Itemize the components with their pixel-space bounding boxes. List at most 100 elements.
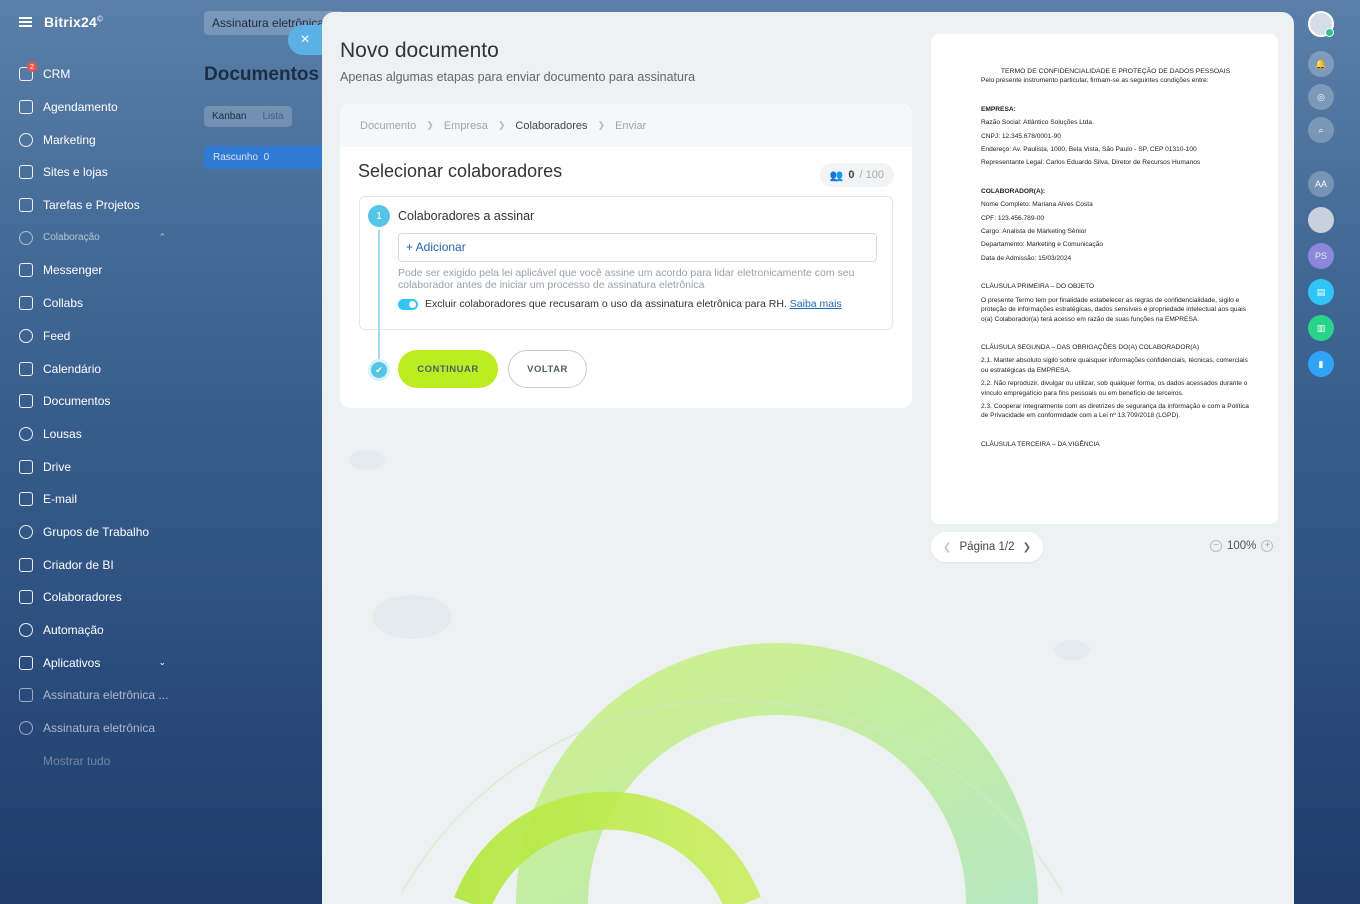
doc-clause-2-1: 2.1. Manter absoluto sigilo sobre quaisq… xyxy=(981,357,1248,374)
collabs-icon xyxy=(19,296,33,311)
wizard-card: Documento ❯ Empresa ❯ Colaboradores ❯ En… xyxy=(340,104,912,408)
breadcrumb-enviar[interactable]: Enviar xyxy=(615,120,646,132)
chat-channel-icon[interactable]: ▤ xyxy=(1308,279,1334,305)
doc-colaborador-heading: COLABORADOR(A): xyxy=(981,187,1046,195)
bitrix-logo[interactable]: Bitrix24© xyxy=(44,14,103,30)
tab-lista[interactable]: Lista xyxy=(254,106,291,127)
bookmark-icon[interactable]: ▮ xyxy=(1308,351,1334,377)
sidebar-item-collabs[interactable]: Collabs xyxy=(0,287,186,320)
breadcrumb-colaboradores[interactable]: Colaboradores xyxy=(515,120,587,132)
page-navigator: ❮ Página 1/2 ❯ xyxy=(931,532,1043,562)
chart-icon xyxy=(19,557,33,572)
doc-line: Razão Social: Atlântico Soluções Ltda. xyxy=(981,119,1094,127)
add-signers-input[interactable]: + Adicionar xyxy=(398,233,877,262)
left-sidebar: Bitrix24© CRM 2 Agendamento Marketing Sites … xyxy=(0,0,186,904)
sidebar-item-crm[interactable]: CRM 2 xyxy=(0,58,186,91)
zoom-out-icon[interactable]: − xyxy=(1210,540,1222,552)
search-chat-icon[interactable]: ⌕ xyxy=(1308,117,1334,143)
doc-clause-1-text: O presente Termo tem por finalidade esta… xyxy=(981,296,1247,323)
sidebar-item-lousas[interactable]: Lousas xyxy=(0,418,186,451)
modal-subtitle: Apenas algumas etapas para enviar docume… xyxy=(340,70,696,84)
sidebar-item-label: Messenger xyxy=(43,263,103,278)
copilot-icon[interactable]: ◎ xyxy=(1308,84,1334,110)
sidebar-item-agendamento[interactable]: Agendamento xyxy=(0,91,186,124)
sidebar-item-e-mail[interactable]: E-mail xyxy=(0,483,186,516)
close-slider-button[interactable]: × xyxy=(288,25,322,55)
chevron-right-icon: ❯ xyxy=(426,120,434,130)
avatar-photo[interactable] xyxy=(1308,207,1334,233)
sidebar-item-label: Sites e lojas xyxy=(43,165,108,180)
signature-icon xyxy=(19,688,33,703)
chevron-icon[interactable]: ⌄ xyxy=(158,657,166,668)
sidebar-item-sites-e-lojas[interactable]: Sites e lojas xyxy=(0,156,186,189)
employees-icon xyxy=(19,590,33,605)
sidebar-item-mostrar-tudo[interactable]: Mostrar tudo xyxy=(0,744,186,777)
new-document-slider: Novo documento Apenas algumas etapas par… xyxy=(322,12,1294,904)
sidebar-header: Bitrix24© xyxy=(0,0,186,44)
step-number-badge: 1 xyxy=(368,205,390,227)
view-switcher: Kanban Lista xyxy=(204,106,292,127)
sidebar-item-marketing[interactable]: Marketing xyxy=(0,123,186,156)
close-icon: × xyxy=(300,31,310,48)
mail-icon xyxy=(19,492,33,507)
chevron-right-icon: ❯ xyxy=(497,120,506,130)
doc-empresa-heading: EMPRESA: xyxy=(981,105,1016,113)
exclude-refusers-toggle[interactable] xyxy=(398,298,418,310)
doc-intro: Pelo presente instrumento particular, fi… xyxy=(981,77,1209,85)
sidebar-item-label: Marketing xyxy=(43,132,96,147)
sidebar-item-label: Documentos xyxy=(43,394,111,409)
group-icon xyxy=(19,524,33,539)
learn-more-link[interactable]: Saiba mais xyxy=(790,298,842,310)
back-button[interactable]: VOLTAR xyxy=(508,350,587,388)
next-page-icon[interactable]: ❯ xyxy=(1023,542,1031,553)
sidebar-item-messenger[interactable]: Messenger xyxy=(0,254,186,287)
sidebar-item-colaboradores[interactable]: Colaboradores xyxy=(0,581,186,614)
sidebar-item-assinatura-eletrônica[interactable]: Assinatura eletrônica ... xyxy=(0,679,186,712)
avatar-aa[interactable]: AA xyxy=(1308,171,1334,197)
sidebar-item-label: Colaboração xyxy=(43,232,100,244)
toggle-text: Excluir colaboradores que recusaram o us… xyxy=(425,298,842,310)
hamburger-menu-icon[interactable] xyxy=(19,17,32,27)
sidebar-item-calendário[interactable]: Calendário xyxy=(0,352,186,385)
breadcrumb-documento[interactable]: Documento xyxy=(360,120,416,132)
user-avatar[interactable] xyxy=(1308,11,1334,37)
avatar-ps[interactable]: PS xyxy=(1308,243,1334,269)
doc-line: Endereço: Av. Paulista, 1000, Bela Vista… xyxy=(981,146,1197,154)
sidebar-item-criador-de-bi[interactable]: Criador de BI xyxy=(0,548,186,581)
sidebar-item-label: Tarefas e Projetos xyxy=(43,198,140,213)
chevron-icon[interactable]: ⌃ xyxy=(158,232,166,243)
chat-icon xyxy=(19,263,33,278)
sidebar-item-tarefas-e-projetos[interactable]: Tarefas e Projetos xyxy=(0,189,186,222)
tab-kanban[interactable]: Kanban xyxy=(204,106,254,127)
sidebar-item-feed[interactable]: Feed xyxy=(0,320,186,353)
sidebar-item-label: Criador de BI xyxy=(43,557,114,572)
kanban-column-header: Rascunho 0 xyxy=(204,146,322,169)
sidebar-item-assinatura-eletrônica[interactable]: Assinatura eletrônica xyxy=(0,712,186,745)
doc-line: Data de Admissão: 15/03/2024 xyxy=(981,254,1072,262)
sidebar-item-label: Lousas xyxy=(43,426,82,441)
sidebar-item-aplicativos[interactable]: Aplicativos ⌄ xyxy=(0,646,186,679)
modal-title: Novo documento xyxy=(340,39,499,62)
step-signers-box: 1 Colaboradores a assinar + Adicionar Po… xyxy=(359,196,893,330)
sidebar-item-label: Aplicativos xyxy=(43,655,101,670)
sidebar-item-drive[interactable]: Drive xyxy=(0,450,186,483)
sidebar-item-documentos[interactable]: Documentos xyxy=(0,385,186,418)
collab-icon xyxy=(19,230,33,245)
continue-button[interactable]: CONTINUAR xyxy=(398,350,498,388)
doc-clause-2-heading: CLÁUSULA SEGUNDA – DAS OBRIGAÇÕES DO(A) … xyxy=(981,343,1200,351)
sidebar-item-automação[interactable]: Automação xyxy=(0,614,186,647)
people-icon: 👥 xyxy=(829,169,844,182)
notes-channel-icon[interactable]: ▥ xyxy=(1308,315,1334,341)
calendar-check-icon xyxy=(19,100,33,115)
sidebar-item-grupos-de-trabalho[interactable]: Grupos de Trabalho xyxy=(0,516,186,549)
sidebar-item-label: Feed xyxy=(43,328,71,343)
doc-clause-3-heading: CLÁUSULA TERCEIRA – DA VIGÊNCIA xyxy=(981,440,1100,448)
sidebar-item-label: Mostrar tudo xyxy=(43,753,111,768)
bell-icon[interactable]: 🔔 xyxy=(1308,51,1334,77)
breadcrumb-empresa[interactable]: Empresa xyxy=(444,120,488,132)
legal-hint: Pode ser exigido pela lei aplicável que … xyxy=(398,267,855,291)
zoom-in-icon[interactable]: + xyxy=(1261,540,1274,552)
sidebar-item-colaboração[interactable]: Colaboração ⌃ xyxy=(0,221,186,254)
cart-icon xyxy=(19,165,33,180)
prev-page-icon[interactable]: ❮ xyxy=(943,542,951,553)
